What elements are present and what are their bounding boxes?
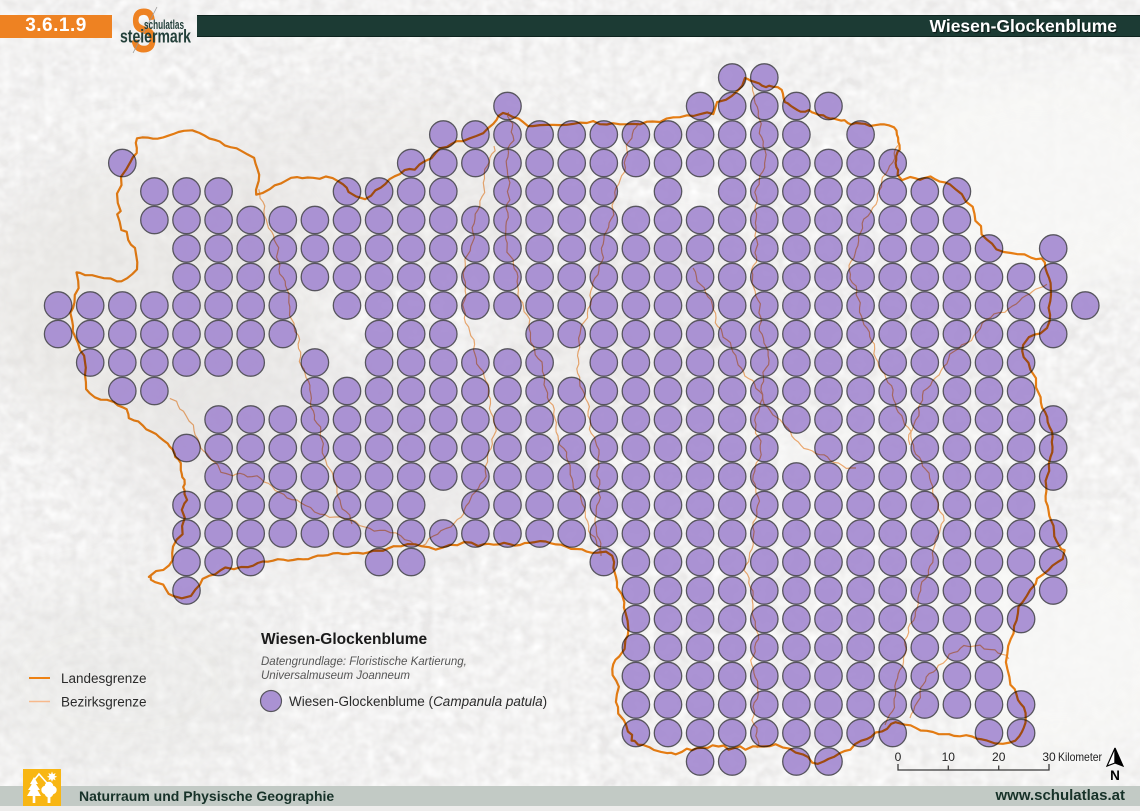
svg-text:Kilometer: Kilometer <box>1058 750 1102 764</box>
svg-text:Datengrundlage: Floristische K: Datengrundlage: Floristische Kartierung, <box>261 656 467 668</box>
svg-text:Wiesen-Glockenblume: Wiesen-Glockenblume <box>261 631 427 648</box>
svg-text:Bezirksgrenze: Bezirksgrenze <box>61 695 147 710</box>
svg-text:Landesgrenze: Landesgrenze <box>61 671 147 686</box>
svg-text:Universalmuseum Joanneum: Universalmuseum Joanneum <box>261 670 410 682</box>
svg-text:steiermark: steiermark <box>120 27 192 47</box>
svg-text:20: 20 <box>992 750 1006 764</box>
svg-text:N: N <box>1110 768 1120 783</box>
svg-text:0: 0 <box>895 750 902 764</box>
svg-text:30: 30 <box>1042 750 1056 764</box>
svg-text:10: 10 <box>942 750 956 764</box>
svg-text:Wiesen-Glockenblume (Campanula: Wiesen-Glockenblume (Campanula patula) <box>289 694 547 709</box>
